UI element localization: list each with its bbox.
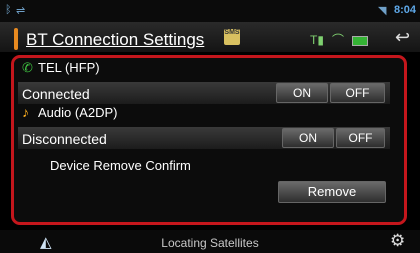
remove-button[interactable]: Remove — [278, 181, 386, 203]
sms-icon: SMS — [224, 29, 240, 45]
tel-on-button[interactable]: ON — [276, 83, 328, 103]
audio-a2dp-label: Audio (A2DP) — [38, 105, 118, 120]
music-note-icon: ♪ — [22, 104, 29, 120]
bluetooth-icon: ᛒ — [5, 4, 12, 16]
battery-icon — [352, 36, 368, 46]
back-icon[interactable]: ↩ — [395, 27, 410, 48]
clock-time: 8:04 — [393, 4, 416, 16]
tel-hfp-label: TEL (HFP) — [38, 60, 100, 75]
tel-off-button[interactable]: OFF — [330, 83, 385, 103]
wifi-icon: ◥ — [378, 5, 387, 17]
audio-off-button[interactable]: OFF — [336, 128, 385, 148]
status-bar: ᛒ ⇌ ◥ 8:04 — [0, 0, 420, 22]
device-remove-confirm-label: Device Remove Confirm — [50, 158, 191, 173]
phone-icon: ✆ — [22, 60, 33, 75]
phone-hook-icon: ⌒ — [332, 33, 345, 47]
title-accent-bar — [14, 28, 18, 50]
audio-on-button[interactable]: ON — [282, 128, 334, 148]
tel-status-text: Connected — [22, 86, 90, 102]
usb-icon: ⇌ — [16, 5, 26, 17]
audio-status-row: Disconnected — [18, 127, 390, 149]
page-title: BT Connection Settings — [26, 30, 205, 49]
signal-icon: T▮ — [310, 33, 324, 47]
settings-gear-icon[interactable]: ⚙ — [390, 231, 405, 251]
gps-status-text: Locating Satellites — [161, 236, 259, 250]
audio-status-text: Disconnected — [22, 131, 107, 147]
